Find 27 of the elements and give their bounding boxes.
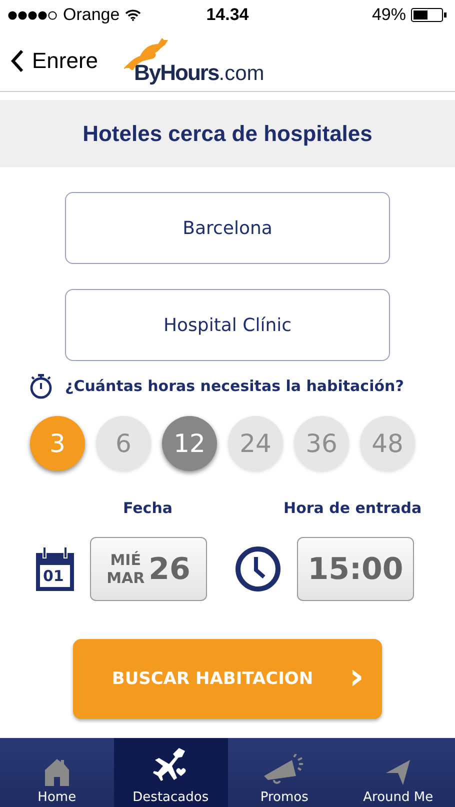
time-picker[interactable]: 15:00 (297, 537, 414, 601)
chevron-left-icon (10, 48, 24, 72)
tab-item[interactable]: Destacados (114, 738, 228, 807)
stopwatch-icon (29, 373, 53, 399)
date-label: Fecha (123, 499, 173, 517)
status-time: 14.34 (206, 5, 249, 25)
question-text: ¿Cuántas horas necesitas la habitación? (65, 377, 404, 395)
hours-option[interactable]: 12 (162, 416, 217, 471)
input-field[interactable]: Barcelona (65, 192, 390, 264)
house-icon (44, 758, 70, 786)
calendar-icon-number: 01 (43, 567, 64, 585)
signal-icon (8, 10, 58, 20)
tab-item[interactable]: Home (0, 738, 114, 807)
battery-icon (410, 8, 447, 22)
tab-item[interactable]: Around Me (341, 738, 455, 807)
time-label: Hora de entrada (284, 499, 422, 517)
carrier-name: Orange (63, 5, 120, 25)
logo: ByHours.com (126, 36, 264, 86)
battery-percent: 49% (372, 5, 406, 25)
tab-item[interactable]: Promos (228, 738, 342, 807)
back-button[interactable]: Enrere (10, 48, 98, 74)
page-title: Hoteles cerca de hospitales (82, 120, 372, 146)
wifi-icon (124, 9, 141, 21)
location-arrow-icon (384, 758, 412, 786)
clock-icon (235, 546, 281, 592)
input-field[interactable]: Hospital Clínic (65, 289, 390, 361)
calendar-icon (36, 547, 74, 591)
